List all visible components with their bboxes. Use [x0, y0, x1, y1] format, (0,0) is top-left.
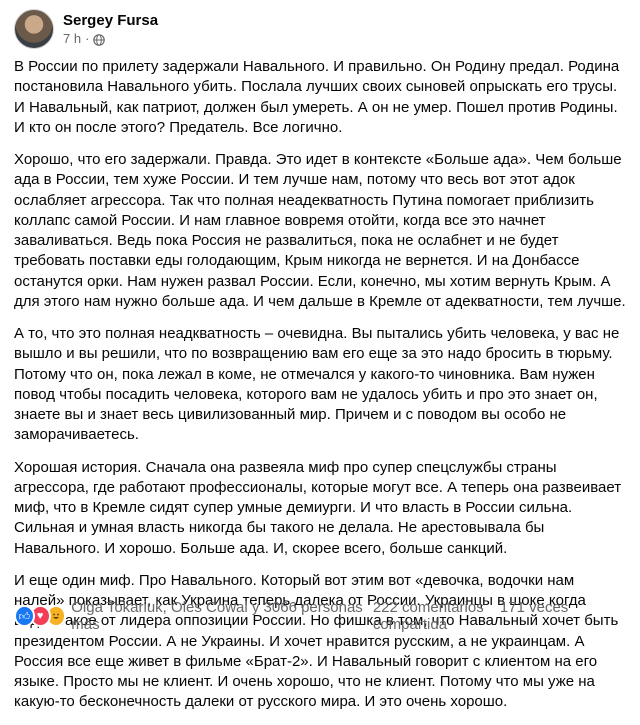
author-name[interactable]: Sergey Fursa	[63, 11, 158, 30]
post-meta: Sergey Fursa 7 h ·	[63, 11, 158, 47]
separator-dot: ·	[85, 31, 90, 46]
post-paragraph: Хорошая история. Сначала она развеяла ми…	[14, 458, 622, 557]
post-header: Sergey Fursa 7 h ·	[14, 7, 158, 51]
reactors-text[interactable]: Olga Tokariuk, Oles Cowal y 3066 persona…	[71, 599, 373, 633]
post-paragraph: Хорошо, что его задержали. Правда. Это и…	[14, 151, 626, 310]
globe-icon[interactable]	[93, 33, 106, 46]
engagement-counts: 222 comentarios 171 veces compartida	[373, 599, 628, 633]
like-icon: 👍︎	[14, 605, 35, 627]
comments-count[interactable]: 222 comentarios	[373, 599, 484, 616]
post-subline: 7 h ·	[63, 30, 158, 47]
post-paragraph: И еще один миф. Про Навального. Который …	[14, 571, 619, 711]
post-paragraph: В России по прилету задержали Навального…	[14, 58, 620, 136]
post-time[interactable]: 7 h	[63, 30, 81, 47]
reactions-summary[interactable]: 👍︎ ♥ Olga Tokariuk, Oles Cowal y 3066 pe…	[14, 599, 373, 633]
post-paragraph: А то, что это полная неадкватность – оче…	[14, 325, 620, 444]
avatar[interactable]	[14, 9, 54, 49]
post-footer: 👍︎ ♥ Olga Tokariuk, Oles Cowal y 3066 pe…	[14, 599, 628, 633]
facebook-post: Sergey Fursa 7 h · В России по прилету з…	[0, 0, 640, 710]
